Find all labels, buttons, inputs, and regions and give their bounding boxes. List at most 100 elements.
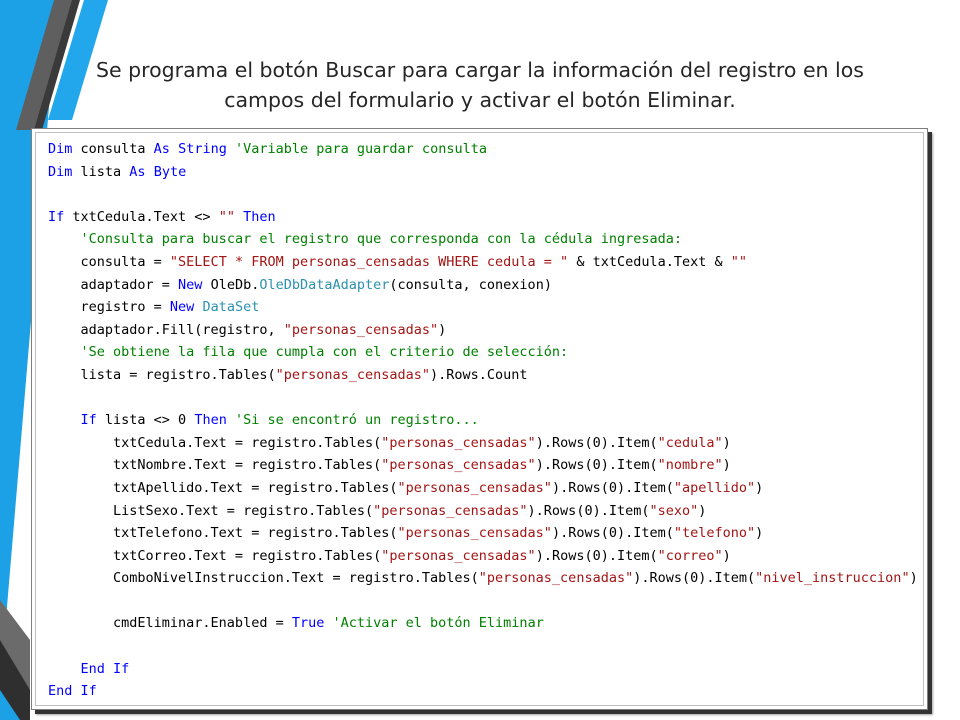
code-line: End If bbox=[48, 680, 918, 703]
code-token: ).Rows(0).Item( bbox=[551, 525, 674, 542]
code-token: "personas_censadas" bbox=[397, 479, 552, 496]
code-token: As bbox=[129, 163, 146, 180]
code-token: ) bbox=[722, 457, 731, 474]
code-token: 'Se obtiene la fila que cumpla con el cr… bbox=[80, 344, 569, 361]
code-token: txtCedula.Text = registro.Tables( bbox=[48, 434, 382, 451]
code-line: Dim consulta As String 'Variable para gu… bbox=[48, 138, 918, 161]
code-token: txtApellido.Text = registro.Tables( bbox=[48, 479, 398, 496]
code-token: "personas_censadas" bbox=[381, 547, 536, 564]
code-token: txtCedula.Text <> bbox=[64, 208, 219, 225]
code-token: True bbox=[291, 615, 325, 632]
code-token: Dim bbox=[48, 141, 73, 157]
code-token: DataSet bbox=[202, 299, 260, 316]
code-token: ) bbox=[722, 547, 731, 564]
code-token: Then bbox=[243, 208, 276, 225]
code-token: ) bbox=[909, 570, 918, 587]
code-token: (consulta, conexion) bbox=[389, 276, 552, 293]
code-token: ) bbox=[755, 525, 764, 542]
code-token: ) bbox=[438, 321, 447, 338]
code-token: "personas_censadas" bbox=[283, 321, 439, 338]
code-token: ).Rows(0).Item( bbox=[527, 502, 650, 519]
slide-title-line-1: Se programa el botón Buscar para cargar … bbox=[96, 58, 864, 82]
code-token: ) bbox=[722, 434, 731, 451]
code-line: If lista <> 0 Then 'Si se encontró un re… bbox=[48, 409, 918, 432]
code-token: End If bbox=[48, 683, 97, 700]
code-token: "SELECT * FROM personas_censadas WHERE c… bbox=[169, 253, 569, 270]
slide-title-line-2: campos del formulario y activar el botón… bbox=[224, 88, 736, 112]
code-line: lista = registro.Tables("personas_censad… bbox=[48, 364, 918, 387]
code-token: txtNombre.Text = registro.Tables( bbox=[48, 457, 382, 474]
code-token: "apellido" bbox=[673, 479, 756, 496]
code-token: Dim bbox=[48, 163, 73, 180]
code-token: End If bbox=[80, 660, 130, 677]
code-token: "" bbox=[218, 208, 235, 225]
code-token: 'Activar el botón Eliminar bbox=[332, 615, 544, 632]
code-token: adaptador = bbox=[48, 276, 179, 293]
code-line: adaptador.Fill(registro, "personas_censa… bbox=[48, 319, 918, 342]
code-line: ComboNivelInstruccion.Text = registro.Ta… bbox=[48, 567, 918, 590]
code-token: txtCorreo.Text = registro.Tables( bbox=[48, 547, 382, 564]
code-line: cmdEliminar.Enabled = True 'Activar el b… bbox=[48, 612, 918, 635]
code-token: If bbox=[80, 412, 97, 429]
code-line: txtNombre.Text = registro.Tables("person… bbox=[48, 454, 918, 477]
code-token: ).Rows(0).Item( bbox=[633, 570, 756, 587]
code-token: "correo" bbox=[657, 547, 723, 564]
code-token: "telefono" bbox=[673, 525, 756, 542]
code-token: "personas_censadas" bbox=[397, 525, 552, 542]
code-token: "" bbox=[730, 253, 748, 270]
code-token: ComboNivelInstruccion.Text = registro.Ta… bbox=[48, 570, 479, 587]
code-line: ListSexo.Text = registro.Tables("persona… bbox=[48, 500, 918, 523]
code-token: 'Consulta para buscar el registro que co… bbox=[80, 231, 682, 248]
code-token: New bbox=[169, 299, 195, 316]
code-listing: Dim consulta As String 'Variable para gu… bbox=[48, 138, 918, 703]
code-editor-frame: Dim consulta As String 'Variable para gu… bbox=[35, 132, 924, 706]
code-token: "sexo" bbox=[649, 502, 699, 519]
code-token: adaptador.Fill(registro, bbox=[48, 321, 284, 338]
code-token: "cedula" bbox=[657, 434, 723, 451]
code-token: "personas_censadas" bbox=[381, 457, 536, 474]
code-token: txtTelefono.Text = registro.Tables( bbox=[48, 525, 398, 542]
code-token: lista <> 0 bbox=[96, 412, 195, 429]
code-token: cmdEliminar.Enabled = bbox=[48, 615, 292, 632]
code-line: 'Consulta para buscar el registro que co… bbox=[48, 228, 918, 251]
code-token: OleDbDataAdapter bbox=[259, 276, 390, 293]
code-token: "personas_censadas" bbox=[478, 570, 634, 587]
code-token: Then bbox=[194, 412, 227, 429]
code-line: adaptador = New OleDb.OleDbDataAdapter(c… bbox=[48, 274, 918, 297]
code-token: registro = bbox=[48, 299, 170, 316]
code-token: lista bbox=[72, 163, 130, 180]
code-line: End If bbox=[48, 658, 918, 681]
code-token: As bbox=[153, 141, 170, 157]
code-token: consulta = bbox=[48, 253, 170, 270]
code-token: ) bbox=[698, 502, 707, 519]
code-line: If txtCedula.Text <> "" Then bbox=[48, 206, 918, 229]
code-screenshot-panel: Dim consulta As String 'Variable para gu… bbox=[31, 128, 928, 710]
code-token: "nombre" bbox=[657, 457, 723, 474]
code-line: txtApellido.Text = registro.Tables("pers… bbox=[48, 477, 918, 500]
code-token: ).Rows(0).Item( bbox=[535, 547, 658, 564]
code-token: 'Variable para guardar consulta bbox=[235, 141, 487, 157]
code-line: txtCorreo.Text = registro.Tables("person… bbox=[48, 545, 918, 568]
code-token: ListSexo.Text = registro.Tables( bbox=[48, 502, 374, 519]
code-token: "nivel_instruccion" bbox=[755, 570, 910, 587]
code-token: & txtCedula.Text & bbox=[568, 253, 731, 270]
code-line: Dim lista As Byte bbox=[48, 161, 918, 184]
code-line: consulta = "SELECT * FROM personas_censa… bbox=[48, 251, 918, 274]
code-token: consulta bbox=[72, 141, 154, 157]
code-token: OleDb. bbox=[202, 276, 260, 293]
code-token: ).Rows(0).Item( bbox=[535, 434, 658, 451]
code-token: "personas_censadas" bbox=[381, 434, 536, 451]
code-token: ).Rows.Count bbox=[430, 366, 528, 383]
